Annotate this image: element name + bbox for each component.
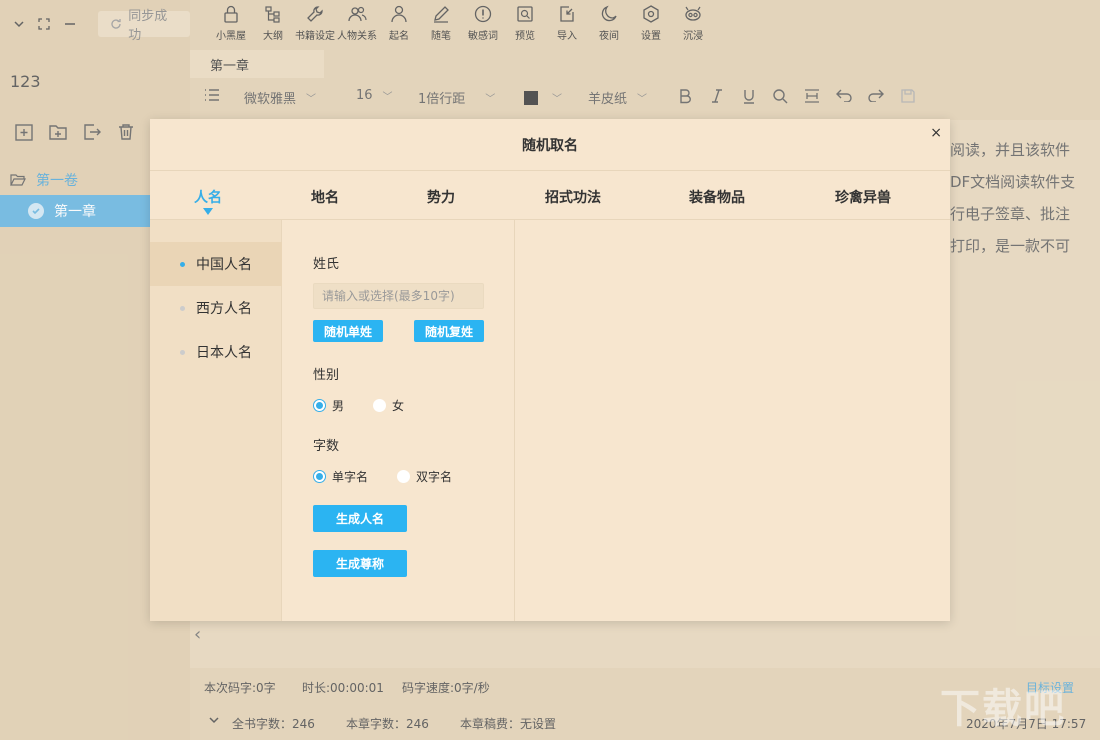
radio-label: 单字名	[332, 470, 369, 484]
close-icon[interactable]: ×	[930, 125, 942, 141]
radio-label: 女	[392, 399, 405, 413]
tab-martial-arts[interactable]: 招式功法	[545, 187, 601, 207]
random-single-surname-button[interactable]: 随机单姓	[313, 320, 384, 342]
name-options-form: 姓氏 随机单姓 随机复姓 性别 男 女 字数 单字名 双字名 生成人名 生成尊称	[283, 220, 515, 621]
category-label: 西方人名	[196, 301, 252, 317]
radio-label: 双字名	[416, 470, 453, 484]
generate-title-button[interactable]: 生成尊称	[313, 550, 407, 577]
radio-label: 男	[332, 399, 345, 413]
length-label: 字数	[313, 439, 340, 454]
result-panel	[516, 220, 950, 621]
tab-equipment[interactable]: 装备物品	[689, 187, 745, 207]
length-double-radio[interactable]: 双字名	[397, 468, 452, 485]
tab-person-name[interactable]: 人名	[194, 187, 222, 207]
radio-dot	[397, 470, 410, 483]
radio-dot	[373, 399, 386, 412]
bullet-dot	[180, 261, 185, 267]
dialog-title: 随机取名	[150, 119, 950, 171]
bullet-dot	[180, 305, 185, 311]
category-japanese[interactable]: 日本人名	[150, 330, 282, 374]
radio-dot	[313, 399, 326, 412]
surname-input[interactable]	[313, 283, 484, 309]
generate-name-button[interactable]: 生成人名	[313, 505, 407, 532]
tab-faction[interactable]: 势力	[427, 187, 455, 207]
gender-male-radio[interactable]: 男	[313, 397, 344, 414]
bullet-dot	[180, 349, 185, 355]
tab-place-name[interactable]: 地名	[311, 187, 339, 207]
length-single-radio[interactable]: 单字名	[313, 468, 368, 485]
category-western[interactable]: 西方人名	[150, 286, 282, 330]
random-double-surname-button[interactable]: 随机复姓	[414, 320, 485, 342]
gender-female-radio[interactable]: 女	[373, 397, 404, 414]
random-name-dialog: 随机取名 × 人名 地名 势力 招式功法 装备物品 珍禽异兽 中国人名 西方人名…	[150, 119, 950, 621]
name-category-list: 中国人名 西方人名 日本人名	[150, 220, 282, 621]
tab-beasts[interactable]: 珍禽异兽	[835, 187, 891, 207]
category-chinese[interactable]: 中国人名	[150, 242, 282, 286]
surname-label: 姓氏	[313, 257, 340, 272]
category-label: 日本人名	[196, 345, 252, 361]
category-label: 中国人名	[196, 257, 252, 273]
radio-dot	[313, 470, 326, 483]
gender-label: 性别	[313, 368, 340, 383]
caret-down-icon	[203, 208, 213, 215]
dialog-tabs: 人名 地名 势力 招式功法 装备物品 珍禽异兽	[150, 171, 950, 220]
